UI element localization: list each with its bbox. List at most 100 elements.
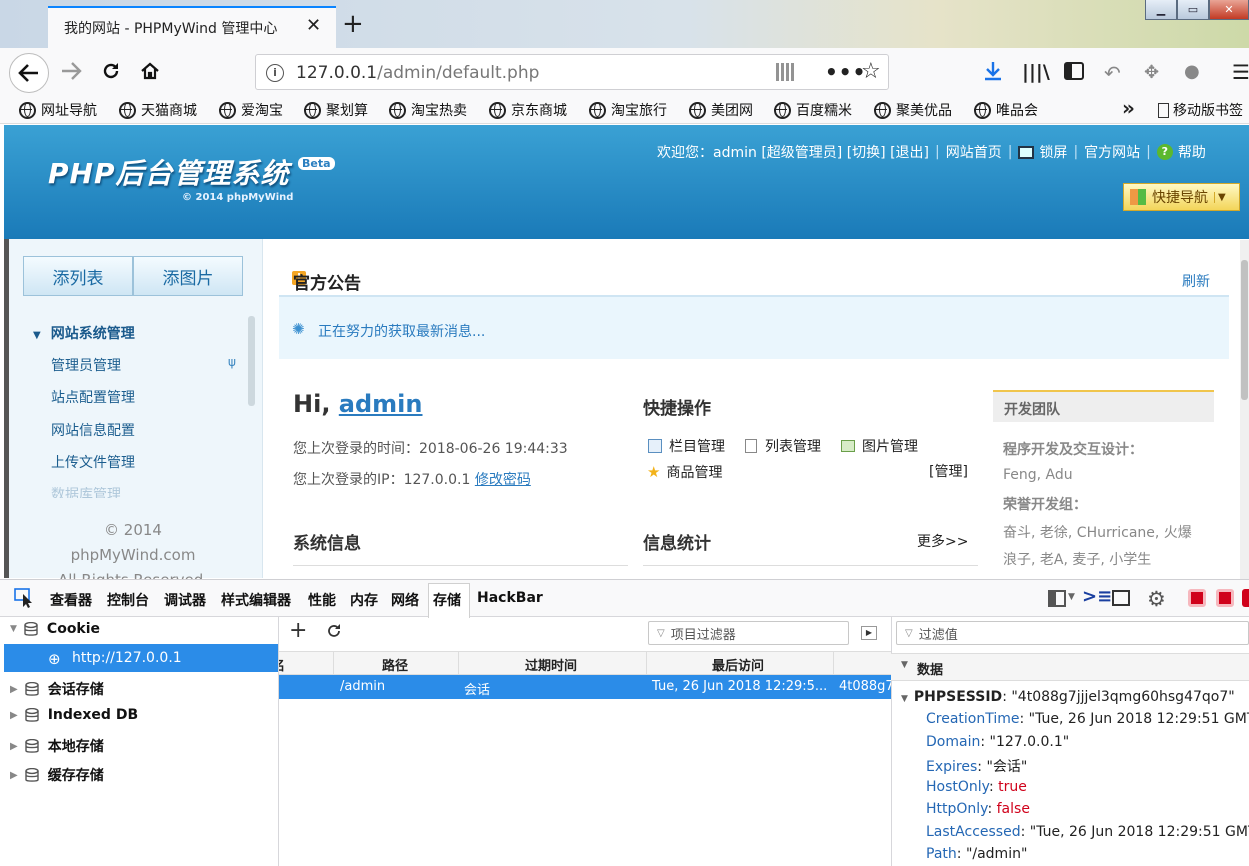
official-site-link[interactable]: 官方网站 bbox=[1084, 142, 1140, 162]
menu-item-database[interactable]: 数据库管理 bbox=[51, 484, 121, 498]
bookmark-item[interactable]: 淘宝热卖 bbox=[389, 101, 467, 119]
dock-window-icon[interactable] bbox=[1216, 589, 1234, 607]
value-filter-input[interactable]: ▽ 过滤值 bbox=[896, 621, 1249, 645]
element-picker-icon[interactable] bbox=[14, 588, 36, 608]
help-link[interactable]: 帮助 bbox=[1178, 142, 1206, 162]
refresh-link[interactable]: 刷新 bbox=[1182, 271, 1210, 291]
item-filter-input[interactable]: ▽ 项目过滤器 bbox=[648, 621, 849, 645]
tree-cookie[interactable]: ▼ Cookie bbox=[10, 621, 100, 637]
dock-chevron-icon[interactable]: ▼ bbox=[1068, 592, 1075, 602]
devtools-tab-storage[interactable]: 存储 bbox=[433, 590, 461, 610]
quick-nav-button[interactable]: 快捷导航 ▼ bbox=[1123, 183, 1240, 211]
more-link[interactable]: 更多>> bbox=[917, 531, 968, 551]
add-item-icon[interactable]: + bbox=[289, 619, 307, 643]
menu-item-upload[interactable]: 上传文件管理 bbox=[51, 452, 135, 472]
tree-local-storage[interactable]: ▶ 本地存储 bbox=[10, 736, 104, 756]
col-expires[interactable]: 过期时间 bbox=[525, 655, 577, 674]
devtools-tab-network[interactable]: 网络 bbox=[391, 590, 419, 610]
downloads-icon[interactable] bbox=[982, 60, 1004, 82]
devtools-tab-console[interactable]: 控制台 bbox=[107, 590, 149, 610]
quick-op-goods[interactable]: ★ 商品管理 bbox=[647, 462, 722, 482]
chat-icon[interactable]: ● bbox=[1184, 61, 1200, 82]
page-scrollbar[interactable] bbox=[1240, 240, 1249, 579]
settings-gear-icon[interactable]: ⚙ bbox=[1147, 587, 1166, 611]
library-icon[interactable]: |||\ bbox=[1022, 61, 1050, 83]
sidebar-toggle-icon[interactable] bbox=[1064, 62, 1084, 80]
change-password-link[interactable]: 修改密码 bbox=[475, 472, 531, 488]
bookmark-item[interactable]: 天猫商城 bbox=[119, 101, 197, 119]
toggle-sidebar-icon[interactable]: ▶ bbox=[861, 626, 877, 640]
bookmark-star-icon[interactable]: ☆ bbox=[861, 59, 881, 84]
url-text[interactable]: 127.0.0.1/admin/default.php bbox=[296, 63, 539, 83]
username-link[interactable]: admin bbox=[339, 390, 423, 418]
bookmark-item[interactable]: 唯品会 bbox=[974, 101, 1038, 119]
cookie-entry[interactable]: ▼ PHPSESSID: "4t088g7jjjel3qmg60hsg47qo7" bbox=[901, 689, 1235, 705]
extension-icon[interactable]: ✥ bbox=[1144, 62, 1159, 83]
minimize-window-icon[interactable]: ▁ bbox=[1145, 0, 1177, 20]
maximize-window-icon[interactable]: ▭ bbox=[1177, 0, 1209, 20]
tree-cache-storage[interactable]: ▶ 缓存存储 bbox=[10, 765, 104, 785]
responsive-mode-icon[interactable] bbox=[1112, 590, 1130, 606]
col-last-accessed[interactable]: 最后访问 bbox=[712, 655, 764, 674]
prop-last-accessed[interactable]: LastAccessed: "Tue, 26 Jun 2018 12:29:51… bbox=[926, 824, 1249, 840]
devtools-tab-hackbar[interactable]: HackBar bbox=[477, 590, 543, 606]
devtools-tab-debugger[interactable]: 调试器 bbox=[164, 590, 206, 610]
prop-domain[interactable]: Domain: "127.0.0.1" bbox=[926, 734, 1069, 750]
bookmark-item[interactable]: 淘宝旅行 bbox=[589, 101, 667, 119]
bookmark-item[interactable]: 京东商城 bbox=[489, 101, 567, 119]
undo-icon[interactable]: ↶ bbox=[1104, 61, 1121, 85]
tree-indexed-db[interactable]: ▶ Indexed DB bbox=[10, 707, 138, 723]
devtools-tab-performance[interactable]: 性能 bbox=[308, 590, 336, 610]
menu-item-site-config[interactable]: 站点配置管理 bbox=[51, 387, 135, 407]
col-path[interactable]: 路径 bbox=[382, 655, 408, 674]
bookmark-item[interactable]: 聚划算 bbox=[304, 101, 368, 119]
menu-item-site-info[interactable]: 网站信息配置 bbox=[51, 420, 135, 440]
close-window-icon[interactable]: ✕ bbox=[1209, 0, 1249, 20]
tree-session-storage[interactable]: ▶ 会话存储 bbox=[10, 679, 104, 699]
data-section-header[interactable] bbox=[891, 653, 1249, 681]
prop-creation-time[interactable]: CreationTime: "Tue, 26 Jun 2018 12:29:51… bbox=[926, 711, 1249, 727]
bookmark-item[interactable]: 爱淘宝 bbox=[219, 101, 283, 119]
welcome-text[interactable]: 欢迎您：admin [超级管理员] [切换] [退出] bbox=[657, 142, 929, 162]
quick-op-list[interactable]: 列表管理 bbox=[745, 436, 821, 456]
col-name[interactable]: 名 bbox=[279, 655, 285, 674]
manage-link[interactable]: [管理] bbox=[929, 461, 968, 481]
add-image-button[interactable]: 添图片 bbox=[133, 256, 243, 296]
close-devtools-icon[interactable] bbox=[1242, 589, 1249, 607]
more-bookmarks-icon[interactable]: » bbox=[1122, 96, 1135, 120]
new-tab-icon[interactable]: + bbox=[342, 10, 364, 38]
tree-cookie-host[interactable]: http://127.0.0.1 bbox=[72, 650, 182, 666]
dock-bottom-icon[interactable] bbox=[1188, 589, 1206, 607]
devtools-tab-style-editor[interactable]: 样式编辑器 bbox=[221, 590, 291, 610]
prop-expires[interactable]: Expires: "会话" bbox=[926, 756, 1027, 776]
devtools-tab-memory[interactable]: 内存 bbox=[350, 590, 378, 610]
lock-screen-link[interactable]: 锁屏 bbox=[1039, 142, 1067, 162]
close-tab-icon[interactable]: ✕ bbox=[306, 15, 321, 36]
sidebar-scrollbar[interactable] bbox=[248, 316, 255, 406]
pin-icon[interactable]: ψ bbox=[228, 355, 236, 369]
bookmark-item[interactable]: 网址导航 bbox=[19, 101, 97, 119]
dock-layout-icon[interactable] bbox=[1048, 590, 1066, 607]
split-console-icon[interactable]: >≡ bbox=[1082, 586, 1112, 607]
menu-group-system[interactable]: ▼ 网站系统管理 bbox=[33, 323, 135, 343]
bookmark-item[interactable]: 百度糯米 bbox=[774, 101, 852, 119]
reload-icon[interactable] bbox=[101, 61, 121, 81]
prop-http-only[interactable]: HttpOnly: false bbox=[926, 801, 1030, 817]
qr-code-icon[interactable] bbox=[776, 63, 794, 81]
site-info-icon[interactable]: i bbox=[266, 64, 284, 82]
prop-host-only[interactable]: HostOnly: true bbox=[926, 779, 1027, 795]
back-button[interactable] bbox=[9, 53, 49, 93]
prop-path[interactable]: Path: "/admin" bbox=[926, 846, 1027, 862]
refresh-icon[interactable] bbox=[325, 622, 343, 640]
caret-down-icon[interactable]: ▼ bbox=[901, 660, 908, 670]
devtools-tab-inspector[interactable]: 查看器 bbox=[50, 590, 92, 610]
quick-op-column[interactable]: 栏目管理 bbox=[648, 436, 725, 456]
menu-icon[interactable]: ☰ bbox=[1232, 60, 1249, 84]
site-home-link[interactable]: 网站首页 bbox=[946, 142, 1002, 162]
home-icon[interactable] bbox=[140, 61, 160, 81]
quick-op-image[interactable]: 图片管理 bbox=[841, 436, 918, 456]
forward-arrow-icon[interactable] bbox=[60, 61, 82, 81]
browser-tab[interactable]: 我的网站 - PHPMyWind 管理中心 bbox=[48, 6, 336, 48]
add-list-button[interactable]: 添列表 bbox=[23, 256, 133, 296]
bookmark-item[interactable]: 聚美优品 bbox=[874, 101, 952, 119]
